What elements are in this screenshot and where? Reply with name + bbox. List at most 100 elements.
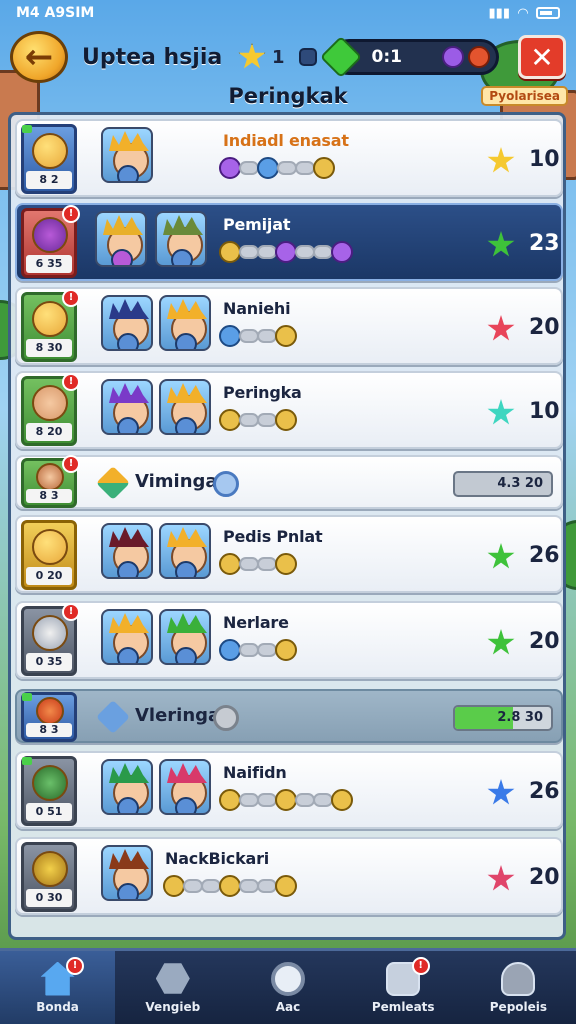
player-avatar (155, 211, 207, 267)
leaderboard-row[interactable]: 0 30 NackBickari 20 (15, 837, 563, 915)
player-score: 20 (529, 315, 560, 340)
leaderboard-row[interactable]: 0 51 Naifidn 26 (15, 751, 563, 829)
rank-number: 0 51 (26, 803, 72, 821)
nav-item-pemleats[interactable]: Pemleats ! (346, 951, 461, 1024)
nav-item-home[interactable]: Bonda ! (0, 951, 116, 1024)
leaderboard-row[interactable]: 8 30 ! Naniehi 20 (15, 287, 563, 365)
rank-card: 8 2 (21, 124, 77, 194)
player-score: 23 (529, 231, 560, 256)
wifi-icon: ◠ (518, 5, 528, 21)
star-icon (487, 865, 515, 891)
player-score: 10 (529, 399, 560, 424)
player-avatar (101, 379, 153, 435)
battery-icon (536, 7, 560, 19)
slot-icon (298, 48, 317, 66)
player-avatar (101, 609, 153, 665)
rocket-icon (36, 697, 64, 725)
reward-icons (219, 409, 297, 431)
notification-badge: ! (62, 455, 80, 473)
rank-card: 0 30 (21, 842, 77, 912)
tier-banner[interactable]: 8 3 ! Viminga 4.3 20 (15, 455, 563, 509)
rank-avatar-icon (32, 385, 68, 421)
rank-avatar-icon (32, 133, 68, 169)
leaderboard-row[interactable]: 8 20 ! Peringka 10 (15, 371, 563, 449)
player-avatar (159, 609, 211, 665)
subheader: Peringkak Pyolarisea (0, 84, 576, 112)
rank-number: 8 3 (26, 723, 72, 737)
leaderboard-row[interactable]: 8 2 Indiadl enasat 10 (15, 119, 563, 197)
rank-card: 0 51 (21, 756, 77, 826)
rank-avatar-icon (32, 301, 68, 337)
player-avatar (159, 379, 211, 435)
purple-gem-icon (441, 46, 464, 68)
leaderboard-row-highlighted[interactable]: 6 35 ! Pemijat 23 (15, 203, 563, 281)
nav-label: Pepoleis (489, 999, 548, 1014)
notification-badge: ! (66, 957, 84, 975)
player-avatar (101, 845, 153, 901)
page-title: Uptea hsjia (82, 44, 223, 70)
status-text: M4 A9SIM (16, 5, 95, 21)
season-badge[interactable]: Pyolarisea (481, 86, 568, 106)
rank-avatar-icon (32, 851, 68, 887)
player-name: Peringka (223, 383, 302, 402)
player-avatar (101, 127, 153, 183)
reward-icons (219, 241, 353, 263)
player-score: 26 (529, 779, 560, 804)
rank-card: 0 20 (21, 520, 77, 590)
signal-icon: ▮▮▮ (488, 5, 510, 21)
tier-ring-icon (213, 705, 239, 731)
player-name: NackBickari (165, 849, 270, 868)
star-icon (487, 779, 515, 805)
notification-badge: ! (62, 289, 80, 307)
notification-badge: ! (62, 205, 80, 223)
top-bar: ← Uptea hsjia 1 0:1 ✕ (10, 30, 566, 84)
player-name: Naniehi (223, 299, 291, 318)
reward-icons (163, 875, 297, 897)
nav-item-aac[interactable]: Aac (230, 951, 345, 1024)
rank-number: 6 35 (26, 255, 72, 273)
nav-item-pepoleis[interactable]: Pepoleis (461, 951, 576, 1024)
player-score: 20 (529, 865, 560, 890)
reward-icons (219, 325, 297, 347)
nav-item-vengieb[interactable]: Vengieb (115, 951, 230, 1024)
reward-icons (219, 157, 335, 179)
leaderboard-list[interactable]: 8 2 Indiadl enasat 10 6 35 ! Pemijat 23 … (8, 112, 566, 940)
tier-progress-value: 2.8 30 (497, 710, 543, 725)
gem-counter[interactable]: 0:1 (319, 35, 499, 79)
player-avatar (159, 759, 211, 815)
player-score: 10 (529, 147, 560, 172)
tier-icon (96, 700, 130, 734)
tier-name: Viminga (135, 471, 218, 492)
tier-progress: 2.8 30 (453, 705, 553, 731)
rank-avatar-icon (32, 765, 68, 801)
player-name: Indiadl enasat (223, 131, 349, 150)
rank-avatar-icon (32, 615, 68, 651)
player-avatar (101, 759, 153, 815)
close-icon: ✕ (530, 40, 554, 74)
nav-label: Bonda (36, 999, 79, 1014)
bottom-navigation: Bonda ! Vengieb Aac Pemleats ! Pepoleis (0, 948, 576, 1024)
player-name: Nerlare (223, 613, 289, 632)
rank-card: 8 3 (21, 692, 77, 742)
notification-badge: ! (411, 957, 430, 975)
star-icon (487, 399, 515, 425)
tier-icon (96, 466, 130, 500)
back-button[interactable]: ← (10, 31, 68, 83)
player-name: Naifidn (223, 763, 287, 782)
leaderboard-row[interactable]: 0 20 Pedis Pnlat 26 (15, 515, 563, 593)
player-name: Pemijat (223, 215, 291, 234)
player-avatar (159, 295, 211, 351)
green-gem-icon (319, 35, 362, 79)
person-icon (501, 961, 536, 996)
rank-avatar-icon (32, 529, 68, 565)
tier-banner[interactable]: 8 3 Vleringa 2.8 30 (15, 689, 563, 743)
tier-progress: 4.3 20 (453, 471, 553, 497)
rank-number: 8 2 (26, 171, 72, 189)
rank-card: 6 35 ! (21, 205, 80, 278)
close-button[interactable]: ✕ (518, 35, 566, 79)
nav-label: Pemleats (371, 999, 435, 1014)
player-name: Pedis Pnlat (223, 527, 323, 546)
star-icon (487, 543, 515, 569)
tier-ring-icon (213, 471, 239, 497)
leaderboard-row[interactable]: 0 35 ! Nerlare 20 (15, 601, 563, 679)
